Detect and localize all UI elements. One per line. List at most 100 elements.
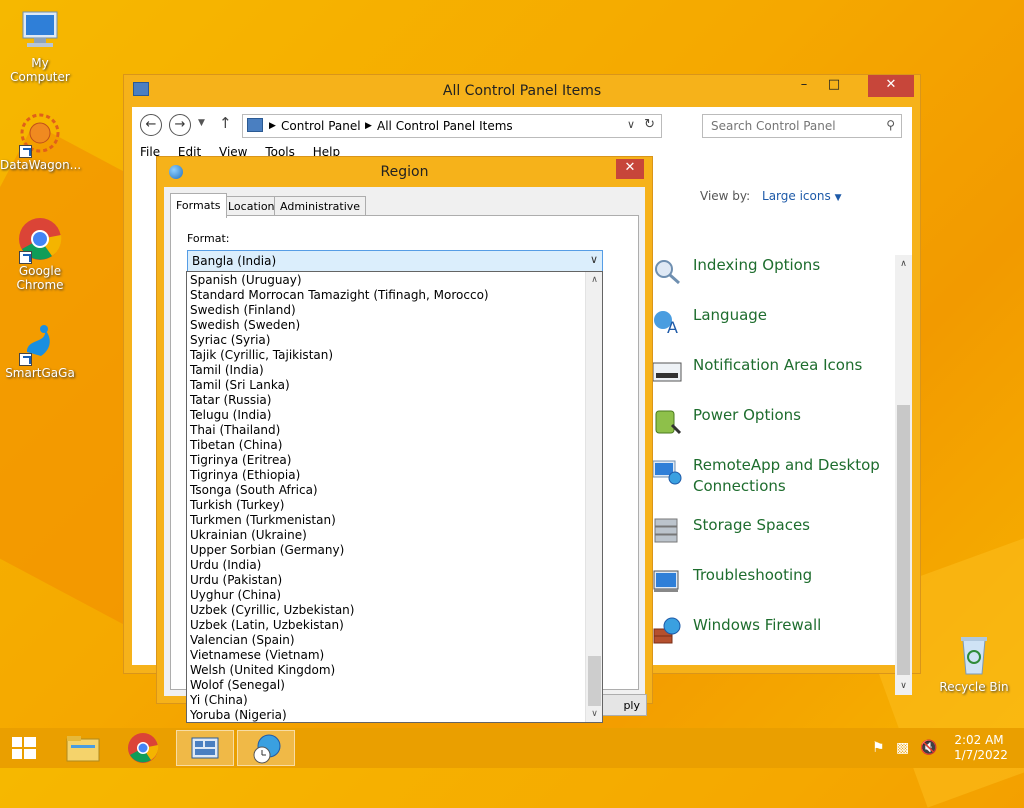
dropdown-option[interactable]: Urdu (India) (190, 558, 261, 573)
shortcut-arrow-icon (19, 353, 32, 366)
folder-icon (66, 736, 100, 762)
dropdown-option[interactable]: Turkmen (Turkmenistan) (190, 513, 336, 528)
breadcrumb-separator-icon: ▶ (269, 121, 276, 131)
dropdown-option[interactable]: Spanish (Uruguay) (190, 273, 302, 288)
region-titlebar[interactable]: Region ✕ (157, 157, 652, 187)
datawagon-icon (17, 110, 63, 158)
indexing-icon (655, 260, 680, 285)
search-icon[interactable]: ⚲ (886, 118, 895, 132)
dropdown-option[interactable]: Tamil (Sri Lanka) (190, 378, 290, 393)
troubleshooting-icon (653, 570, 679, 592)
action-center-flag-icon[interactable]: ⚑ (872, 740, 885, 756)
dropdown-scrollbar-thumb[interactable] (588, 656, 601, 706)
up-arrow-icon[interactable]: ↑ (219, 114, 232, 132)
dropdown-option[interactable]: Valencian (Spain) (190, 633, 295, 648)
scroll-up-arrow-icon[interactable]: ∧ (586, 275, 602, 285)
taskbar-chrome[interactable] (114, 730, 172, 766)
view-by-label: View by: (700, 189, 751, 203)
dropdown-option[interactable]: Telugu (India) (190, 408, 271, 423)
dropdown-option[interactable]: Uzbek (Latin, Uzbekistan) (190, 618, 344, 633)
dropdown-option[interactable]: Upper Sorbian (Germany) (190, 543, 344, 558)
scrollbar-thumb[interactable] (897, 405, 910, 675)
format-label: Format: (187, 232, 230, 245)
minimize-button[interactable]: – (790, 75, 818, 97)
dropdown-option[interactable]: Turkish (Turkey) (190, 498, 284, 513)
desktop-icon-recycle-bin[interactable]: Recycle Bin (934, 632, 1014, 694)
tab-formats[interactable]: Formats (170, 193, 227, 218)
smartgaga-icon (17, 318, 63, 366)
dropdown-option[interactable]: Uzbek (Cyrillic, Uzbekistan) (190, 603, 354, 618)
cp-item-label: Storage Spaces (693, 516, 810, 534)
address-dropdown-chevron-icon[interactable]: ∨ (627, 118, 635, 131)
dropdown-option[interactable]: Yoruba (Nigeria) (190, 708, 287, 722)
dropdown-option[interactable]: Tigrinya (Ethiopia) (190, 468, 300, 483)
speaker-muted-icon[interactable]: 🔇 (920, 740, 937, 756)
close-button[interactable]: ✕ (868, 75, 914, 97)
dropdown-option[interactable]: Wolof (Senegal) (190, 678, 285, 693)
desktop-icon-my-computer[interactable]: My Computer (0, 8, 80, 84)
desktop-icon-google-chrome[interactable]: Google Chrome (0, 216, 80, 292)
dropdown-option[interactable]: Yi (China) (190, 693, 248, 708)
maximize-button[interactable]: □ (820, 75, 848, 97)
forward-button[interactable]: → (169, 114, 191, 136)
refresh-icon[interactable]: ↻ (644, 117, 655, 132)
dropdown-option[interactable]: Tibetan (China) (190, 438, 282, 453)
clock-date: 1/7/2022 (954, 748, 1008, 762)
taskbar-region[interactable] (237, 730, 295, 766)
dropdown-option[interactable]: Tajik (Cyrillic, Tajikistan) (190, 348, 333, 363)
address-bar[interactable]: ▶ Control Panel ▶ All Control Panel Item… (242, 114, 662, 138)
desktop-icon-label: My Computer (10, 56, 70, 84)
dropdown-option[interactable]: Urdu (Pakistan) (190, 573, 282, 588)
scroll-down-arrow-icon[interactable]: ∨ (586, 709, 602, 719)
dropdown-option[interactable]: Standard Morrocan Tamazight (Tifinagh, M… (190, 288, 489, 303)
cp-item-label: Troubleshooting (693, 566, 813, 584)
dropdown-scrollbar[interactable]: ∧ ∨ (585, 272, 602, 722)
view-by: View by: Large icons ▼ (700, 189, 841, 203)
dropdown-option[interactable]: Uyghur (China) (190, 588, 281, 603)
dropdown-option[interactable]: Tatar (Russia) (190, 393, 271, 408)
format-combobox[interactable]: Bangla (India) ∨ (187, 250, 603, 272)
breadcrumb-control-panel[interactable]: Control Panel (281, 119, 361, 133)
search-box[interactable]: ⚲ (702, 114, 902, 138)
taskbar-control-panel[interactable] (176, 730, 234, 766)
tab-location[interactable]: Location (222, 196, 281, 216)
chrome-icon (17, 216, 63, 264)
dropdown-option[interactable]: Syriac (Syria) (190, 333, 270, 348)
shortcut-arrow-icon (19, 145, 32, 158)
control-panel-titlebar[interactable]: All Control Panel Items – □ ✕ (124, 75, 920, 107)
start-button[interactable] (0, 730, 58, 766)
dropdown-option[interactable]: Tsonga (South Africa) (190, 483, 318, 498)
breadcrumb-all-items[interactable]: All Control Panel Items (377, 119, 513, 133)
taskbar-clock[interactable]: 2:02 AM 1/7/2022 (954, 733, 1008, 763)
desktop-icon-smartgaga[interactable]: SmartGaGa (0, 318, 80, 380)
taskbar-file-explorer[interactable] (54, 730, 112, 766)
dropdown-option[interactable]: Welsh (United Kingdom) (190, 663, 335, 678)
address-row: ← → ▼ ↑ ▶ Control Panel ▶ All Control Pa… (132, 111, 912, 139)
search-input[interactable] (709, 118, 869, 134)
dropdown-option[interactable]: Tamil (India) (190, 363, 264, 378)
recycle-bin-icon (951, 632, 997, 678)
control-panel-icon (191, 737, 219, 759)
taskbar: ⚑ ▩ 🔇 2:02 AM 1/7/2022 (0, 728, 1024, 768)
dropdown-option[interactable]: Vietnamese (Vietnam) (190, 648, 324, 663)
dropdown-option[interactable]: Thai (Thailand) (190, 423, 280, 438)
cp-item-label: Power Options (693, 406, 801, 424)
dropdown-option[interactable]: Swedish (Finland) (190, 303, 296, 318)
tab-administrative[interactable]: Administrative (274, 196, 367, 216)
control-panel-scrollbar[interactable]: ∧ ∨ (895, 255, 912, 695)
storage-icon (654, 518, 678, 543)
scroll-down-arrow-icon[interactable]: ∨ (895, 681, 912, 691)
scroll-up-arrow-icon[interactable]: ∧ (895, 259, 912, 269)
view-by-selector[interactable]: Large icons ▼ (762, 189, 841, 203)
desktop-icon-datawagon[interactable]: DataWagon... (0, 110, 81, 172)
dropdown-option[interactable]: Swedish (Sweden) (190, 318, 300, 333)
firewall-icon (653, 617, 681, 644)
dropdown-option[interactable]: Ukrainian (Ukraine) (190, 528, 307, 543)
format-dropdown-list[interactable]: ∧ ∨ Spanish (Uruguay) Standard Morrocan T… (186, 271, 603, 723)
cp-item-label: Language (693, 306, 768, 324)
region-close-button[interactable]: ✕ (616, 159, 644, 179)
network-icon[interactable]: ▩ (896, 740, 909, 756)
dropdown-option[interactable]: Tigrinya (Eritrea) (190, 453, 291, 468)
back-button[interactable]: ← (140, 114, 162, 136)
recent-locations-chevron-icon[interactable]: ▼ (198, 118, 205, 128)
